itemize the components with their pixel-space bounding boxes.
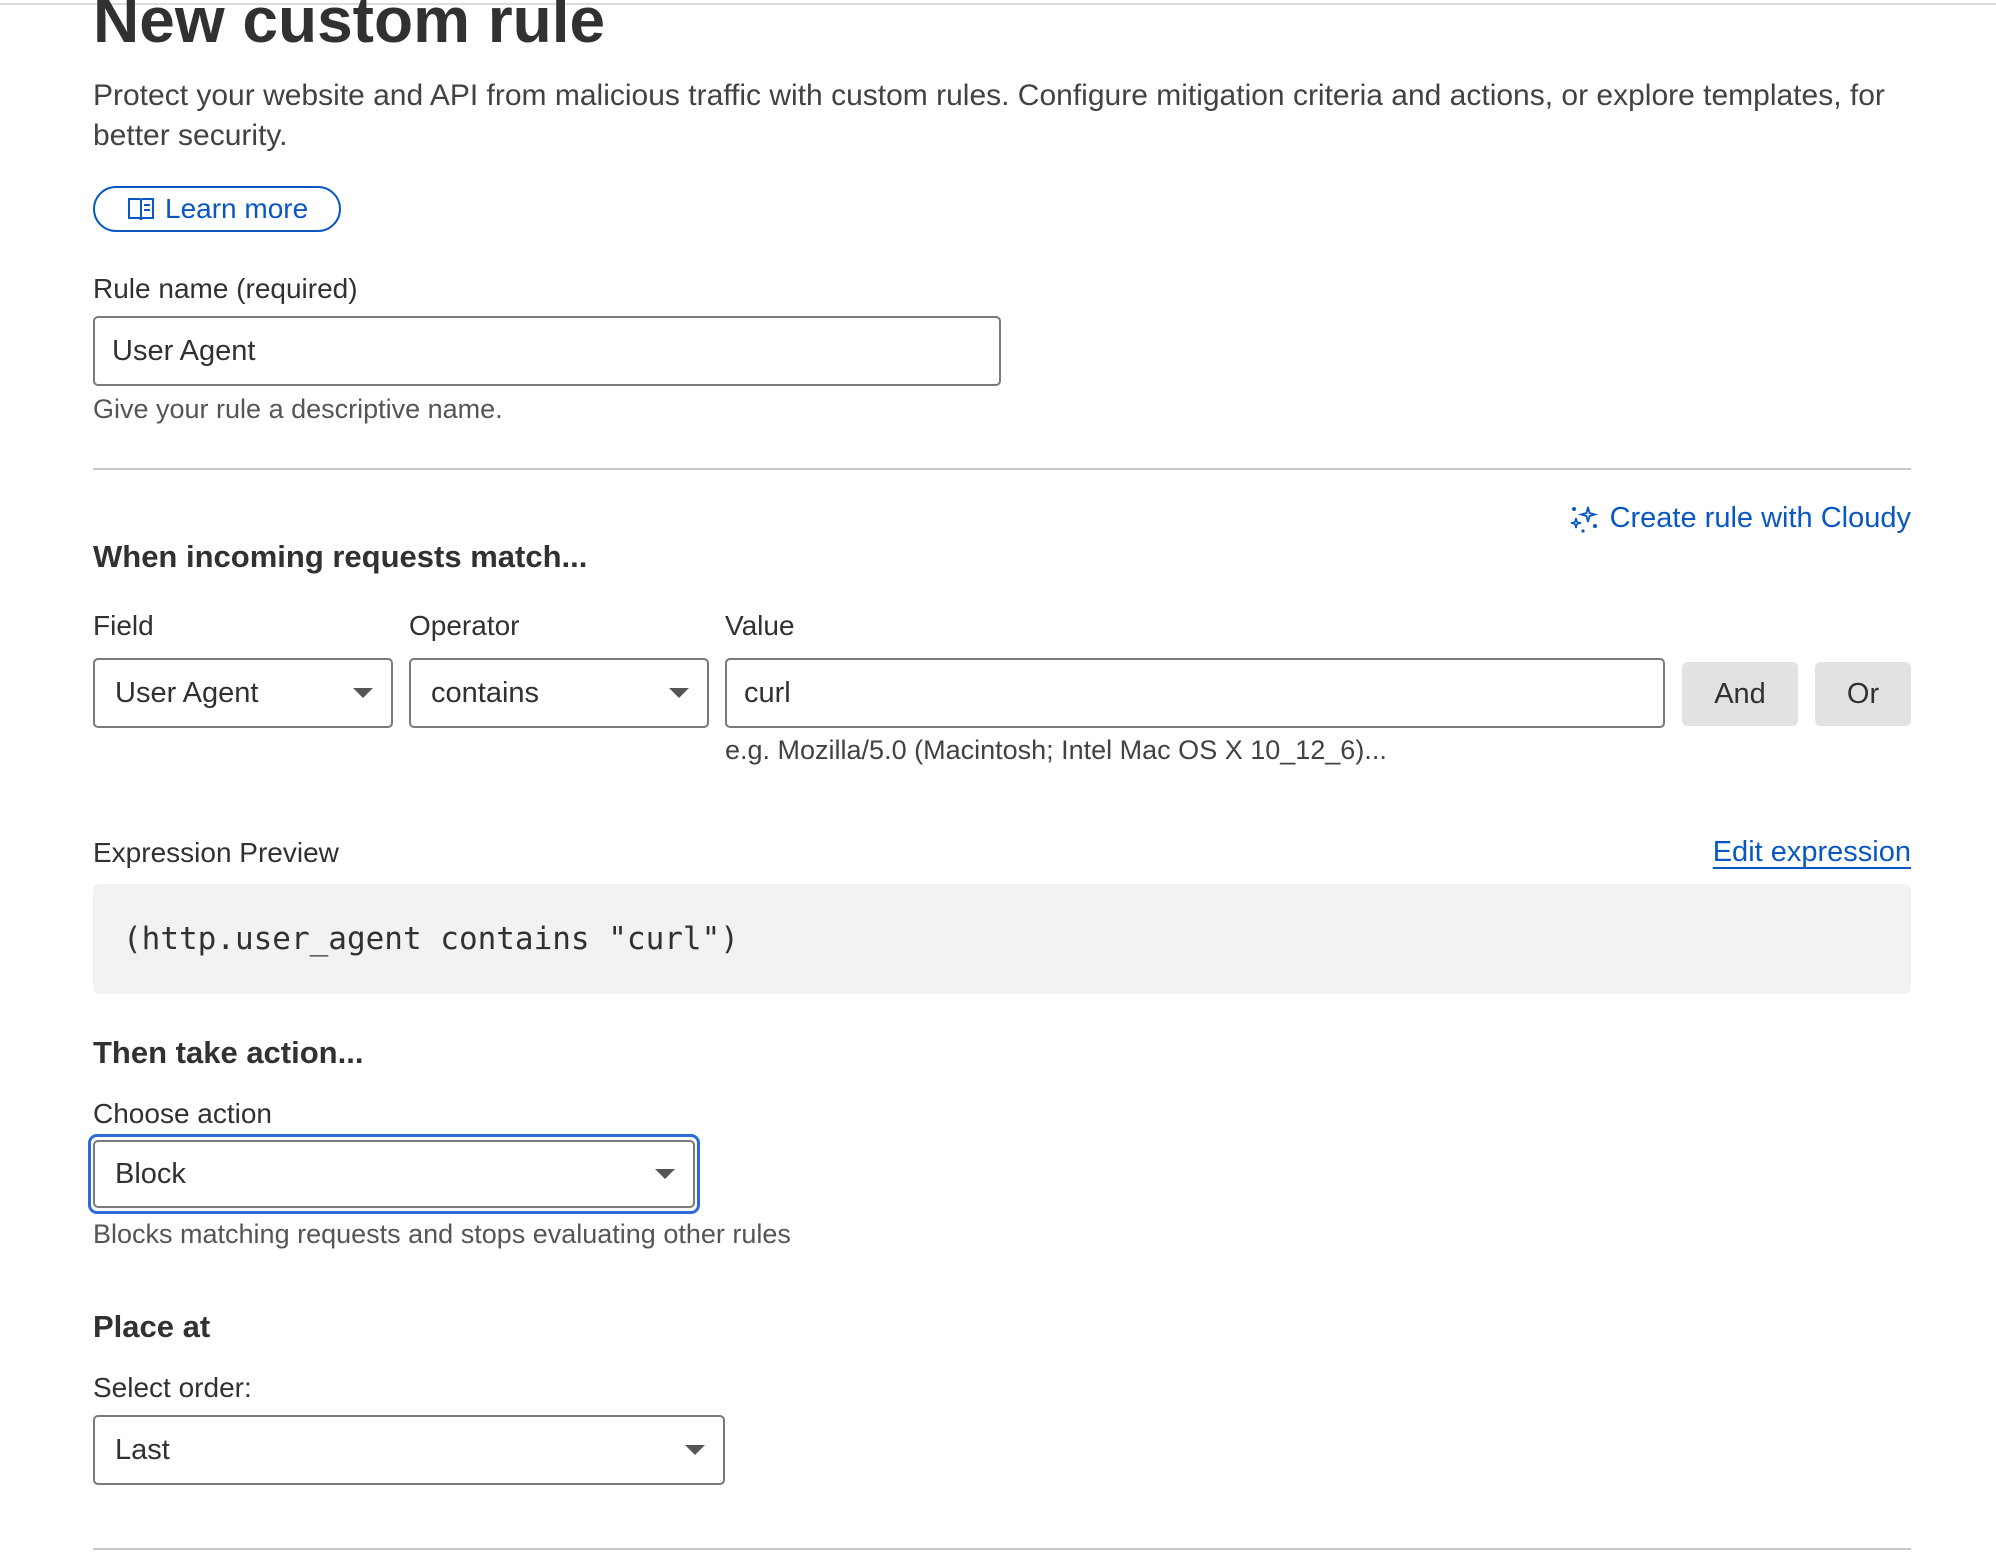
action-select-value: Block [115, 1157, 186, 1190]
operator-label: Operator [409, 610, 520, 641]
create-rule-with-cloudy-label: Create rule with Cloudy [1609, 502, 1911, 534]
caret-down-icon [353, 688, 373, 698]
caret-down-icon [655, 1169, 675, 1179]
action-heading: Then take action... [93, 1035, 364, 1070]
value-helper: e.g. Mozilla/5.0 (Macintosh; Intel Mac O… [725, 735, 1387, 765]
caret-down-icon [669, 688, 689, 698]
action-select[interactable]: Block [93, 1140, 695, 1208]
and-button[interactable]: And [1682, 662, 1798, 726]
create-rule-with-cloudy-link[interactable]: Create rule with Cloudy [1568, 502, 1911, 535]
rule-name-value: User Agent [112, 334, 256, 367]
page-title: New custom rule [93, 0, 606, 56]
expression-preview-label: Expression Preview [93, 837, 339, 868]
book-icon [127, 196, 155, 222]
edit-expression-link[interactable]: Edit expression [1713, 836, 1911, 869]
custom-rule-page: New custom rule Protect your website and… [0, 0, 1996, 1556]
rule-name-label: Rule name (required) [93, 273, 358, 304]
field-label: Field [93, 610, 154, 641]
learn-more-button[interactable]: Learn more [93, 186, 341, 232]
place-at-heading: Place at [93, 1309, 211, 1344]
caret-down-icon [685, 1445, 705, 1455]
sparkle-icon [1568, 504, 1600, 534]
or-button[interactable]: Or [1815, 662, 1911, 726]
order-select-value: Last [115, 1433, 170, 1466]
value-input[interactable]: curl [725, 658, 1665, 728]
value-input-value: curl [744, 676, 791, 709]
choose-action-label: Choose action [93, 1098, 273, 1129]
value-label: Value [725, 610, 795, 641]
field-select[interactable]: User Agent [93, 658, 393, 728]
section-divider [93, 468, 1911, 470]
expression-preview-text: (http.user_agent contains "curl") [123, 921, 739, 957]
match-heading: When incoming requests match... [93, 539, 588, 574]
action-helper: Blocks matching requests and stops evalu… [93, 1219, 791, 1249]
bottom-divider [93, 1548, 1911, 1550]
learn-more-label: Learn more [165, 193, 309, 224]
page-description: Protect your website and API from malici… [93, 79, 1885, 152]
operator-select-value: contains [431, 676, 540, 709]
operator-select[interactable]: contains [409, 658, 709, 728]
expression-preview: (http.user_agent contains "curl") [93, 884, 1911, 994]
order-select[interactable]: Last [93, 1415, 725, 1485]
select-order-label: Select order: [93, 1372, 252, 1403]
rule-name-helper: Give your rule a descriptive name. [93, 394, 503, 424]
field-select-value: User Agent [115, 676, 259, 709]
rule-name-input[interactable]: User Agent [93, 316, 1001, 386]
